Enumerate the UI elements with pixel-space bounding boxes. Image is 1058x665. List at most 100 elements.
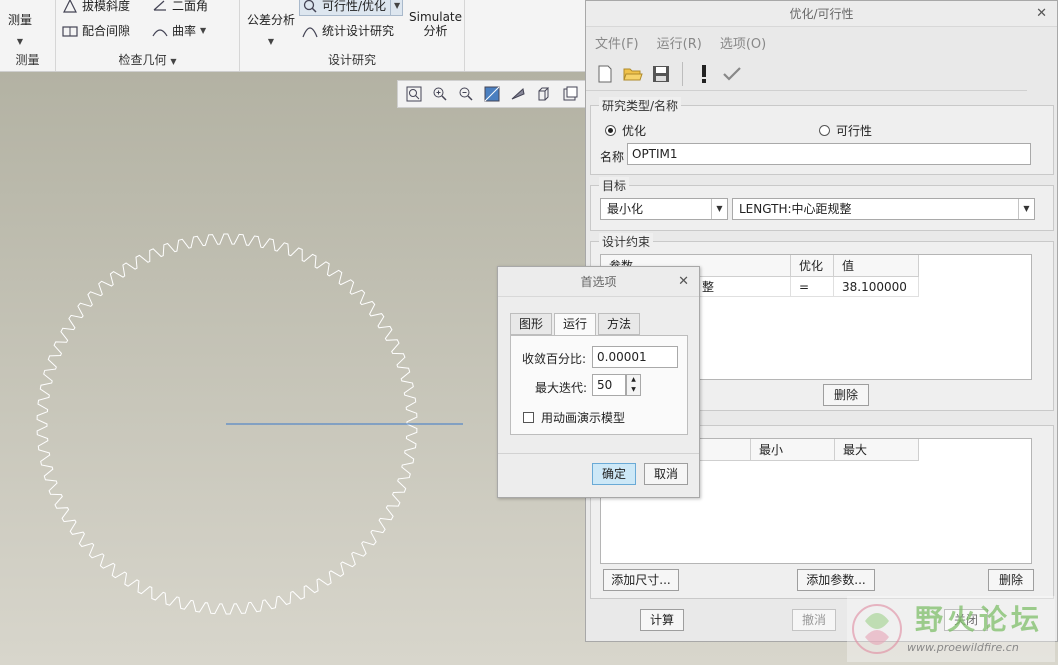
chevron-down-icon: ▼ <box>711 199 727 219</box>
name-input[interactable]: OPTIM1 <box>627 143 1031 165</box>
animate-checkbox[interactable]: 用动画演示模型 <box>523 409 625 426</box>
dialog-toolbar <box>586 57 1027 91</box>
cancel-button[interactable]: 取消 <box>644 463 688 485</box>
col-header-value: 值 <box>834 255 919 277</box>
zoom-out-button[interactable] <box>456 84 476 104</box>
max-iterations-label: 最大迭代: <box>535 381 588 395</box>
stat-design-study-button[interactable]: 统计设计研究 <box>302 21 394 41</box>
chevron-down-icon[interactable]: ▼ <box>627 385 640 395</box>
delete-constraint-button[interactable]: 删除 <box>823 384 869 406</box>
radio-feasibility-label: 可行性 <box>836 124 873 138</box>
save-icon <box>653 65 669 82</box>
curvature-icon <box>152 23 168 39</box>
preferences-dialog: 首选项 ✕ 图形 运行 方法 收敛百分比: 0.00001 最大迭代: 50 ▲… <box>497 266 700 498</box>
dialog-menubar: 文件(F) 运行(R) 选项(O) <box>586 27 1057 57</box>
delete-variable-button[interactable]: 删除 <box>988 569 1034 591</box>
watermark-logo-icon <box>852 604 902 654</box>
add-parameter-button[interactable]: 添加参数... <box>797 569 875 591</box>
tab-method[interactable]: 方法 <box>598 313 641 335</box>
max-iterations-stepper[interactable]: ▲ ▼ <box>626 374 641 396</box>
animate-label: 用动画演示模型 <box>541 411 626 425</box>
watermark-text: 野火论坛 <box>915 603 1044 636</box>
add-dimension-button[interactable]: 添加尺寸... <box>603 569 679 591</box>
clearance-button[interactable]: 配合间隙 <box>62 21 130 41</box>
cube-icon <box>538 87 550 101</box>
group-label-design: 设计研究 <box>327 53 376 67</box>
tab-run[interactable]: 运行 <box>554 313 597 336</box>
display-style-button[interactable] <box>508 84 528 104</box>
close-icon[interactable]: ✕ <box>678 267 689 297</box>
cell-op: = <box>791 277 834 297</box>
cell-value: 38.100000 <box>834 277 919 297</box>
goal-title: 目标 <box>599 177 630 194</box>
view-manager-icon <box>563 86 578 101</box>
draft-label: 拔模斜度 <box>82 0 131 13</box>
undo-button[interactable]: 撤消 <box>792 609 836 631</box>
repaint-button[interactable] <box>482 84 502 104</box>
close-icon[interactable]: ✕ <box>1036 1 1047 27</box>
chevron-up-icon[interactable]: ▲ <box>627 375 640 385</box>
chevron-down-icon: ▼ <box>390 0 400 16</box>
goal-target-select[interactable]: LENGTH:中心距规整 ▼ <box>732 198 1035 220</box>
menu-options[interactable]: 选项(O) <box>720 33 766 52</box>
display-style-icon <box>511 88 525 100</box>
draft-button[interactable]: 拔模斜度 <box>62 0 130 16</box>
dihedral-label: 二面角 <box>172 0 209 13</box>
study-type-group: 研究类型/名称 优化 可行性 名称 OPTIM1 <box>590 97 1054 175</box>
curvature-button[interactable]: 曲率 ▼ <box>152 21 206 41</box>
curvature-label: 曲率 <box>172 24 197 38</box>
open-folder-icon <box>623 68 643 80</box>
group-label-inspect-text: 检查几何 <box>118 53 167 67</box>
goal-target-value: LENGTH:中心距规整 <box>739 202 852 216</box>
feasibility-optimize-button[interactable]: 可行性/优化 ▼ <box>299 0 404 16</box>
ok-button[interactable]: 确定 <box>592 463 636 485</box>
simulate-analysis-button[interactable]: Simulate 分析 <box>409 10 462 44</box>
col-header-op: 优化 <box>791 255 834 277</box>
goal-mode-select[interactable]: 最小化 ▼ <box>600 198 728 220</box>
prefs-title: 首选项 <box>580 275 617 289</box>
refit-icon <box>406 86 422 102</box>
run-tab-panel: 收敛百分比: 0.00001 最大迭代: 50 ▲ ▼ 用动画演示模型 <box>510 335 688 435</box>
chevron-down-icon: ▼ <box>16 37 24 46</box>
measure-button[interactable]: 测量 ▼ <box>8 6 32 46</box>
refit-button[interactable] <box>404 84 424 104</box>
confirm-button[interactable] <box>721 63 743 85</box>
view-toolbar <box>397 80 587 108</box>
saved-views-button[interactable] <box>534 84 554 104</box>
compute-button[interactable]: 计算 <box>640 609 684 631</box>
feasibility-label: 可行性/优化 <box>322 0 387 13</box>
checkmark-icon <box>723 66 741 81</box>
animate-checkbox-box <box>523 412 534 423</box>
statistics-icon <box>302 23 318 39</box>
new-button[interactable] <box>594 63 616 85</box>
convergence-input[interactable]: 0.00001 <box>592 346 678 368</box>
new-file-icon <box>598 65 612 82</box>
prefs-divider <box>498 453 699 454</box>
dihedral-button[interactable]: 二面角 <box>152 0 208 16</box>
watermark-url: www.proewildfire.cn <box>907 641 1019 654</box>
zoom-in-button[interactable] <box>430 84 450 104</box>
tab-graphics[interactable]: 图形 <box>510 313 553 335</box>
col-header-max: 最大 <box>835 439 919 461</box>
save-button[interactable] <box>650 63 672 85</box>
simulate-label-line2: 分析 <box>423 24 448 38</box>
goal-mode-value: 最小化 <box>607 202 644 216</box>
prefs-titlebar: 首选项 ✕ <box>498 267 699 297</box>
chevron-down-icon: ▼ <box>170 57 177 66</box>
clearance-label: 配合间隙 <box>82 24 131 38</box>
dialog-title: 优化/可行性 <box>789 7 854 21</box>
max-iterations-input[interactable]: 50 <box>592 374 626 396</box>
menu-file[interactable]: 文件(F) <box>595 33 639 52</box>
toolbar-separator <box>682 61 683 86</box>
open-button[interactable] <box>622 63 644 85</box>
run-button[interactable] <box>693 63 715 85</box>
menu-run[interactable]: 运行(R) <box>657 33 702 52</box>
simulate-label-line1: Simulate <box>409 10 463 24</box>
draft-icon <box>62 0 78 14</box>
radio-feasibility[interactable]: 可行性 <box>819 122 872 139</box>
group-label-inspect[interactable]: 检查几何 ▼ <box>56 50 239 70</box>
tolerance-analysis-button[interactable]: 公差分析 ▼ <box>247 10 295 46</box>
view-manager-button[interactable] <box>560 84 580 104</box>
radio-optimize[interactable]: 优化 <box>605 122 646 139</box>
feasibility-icon <box>302 0 318 14</box>
